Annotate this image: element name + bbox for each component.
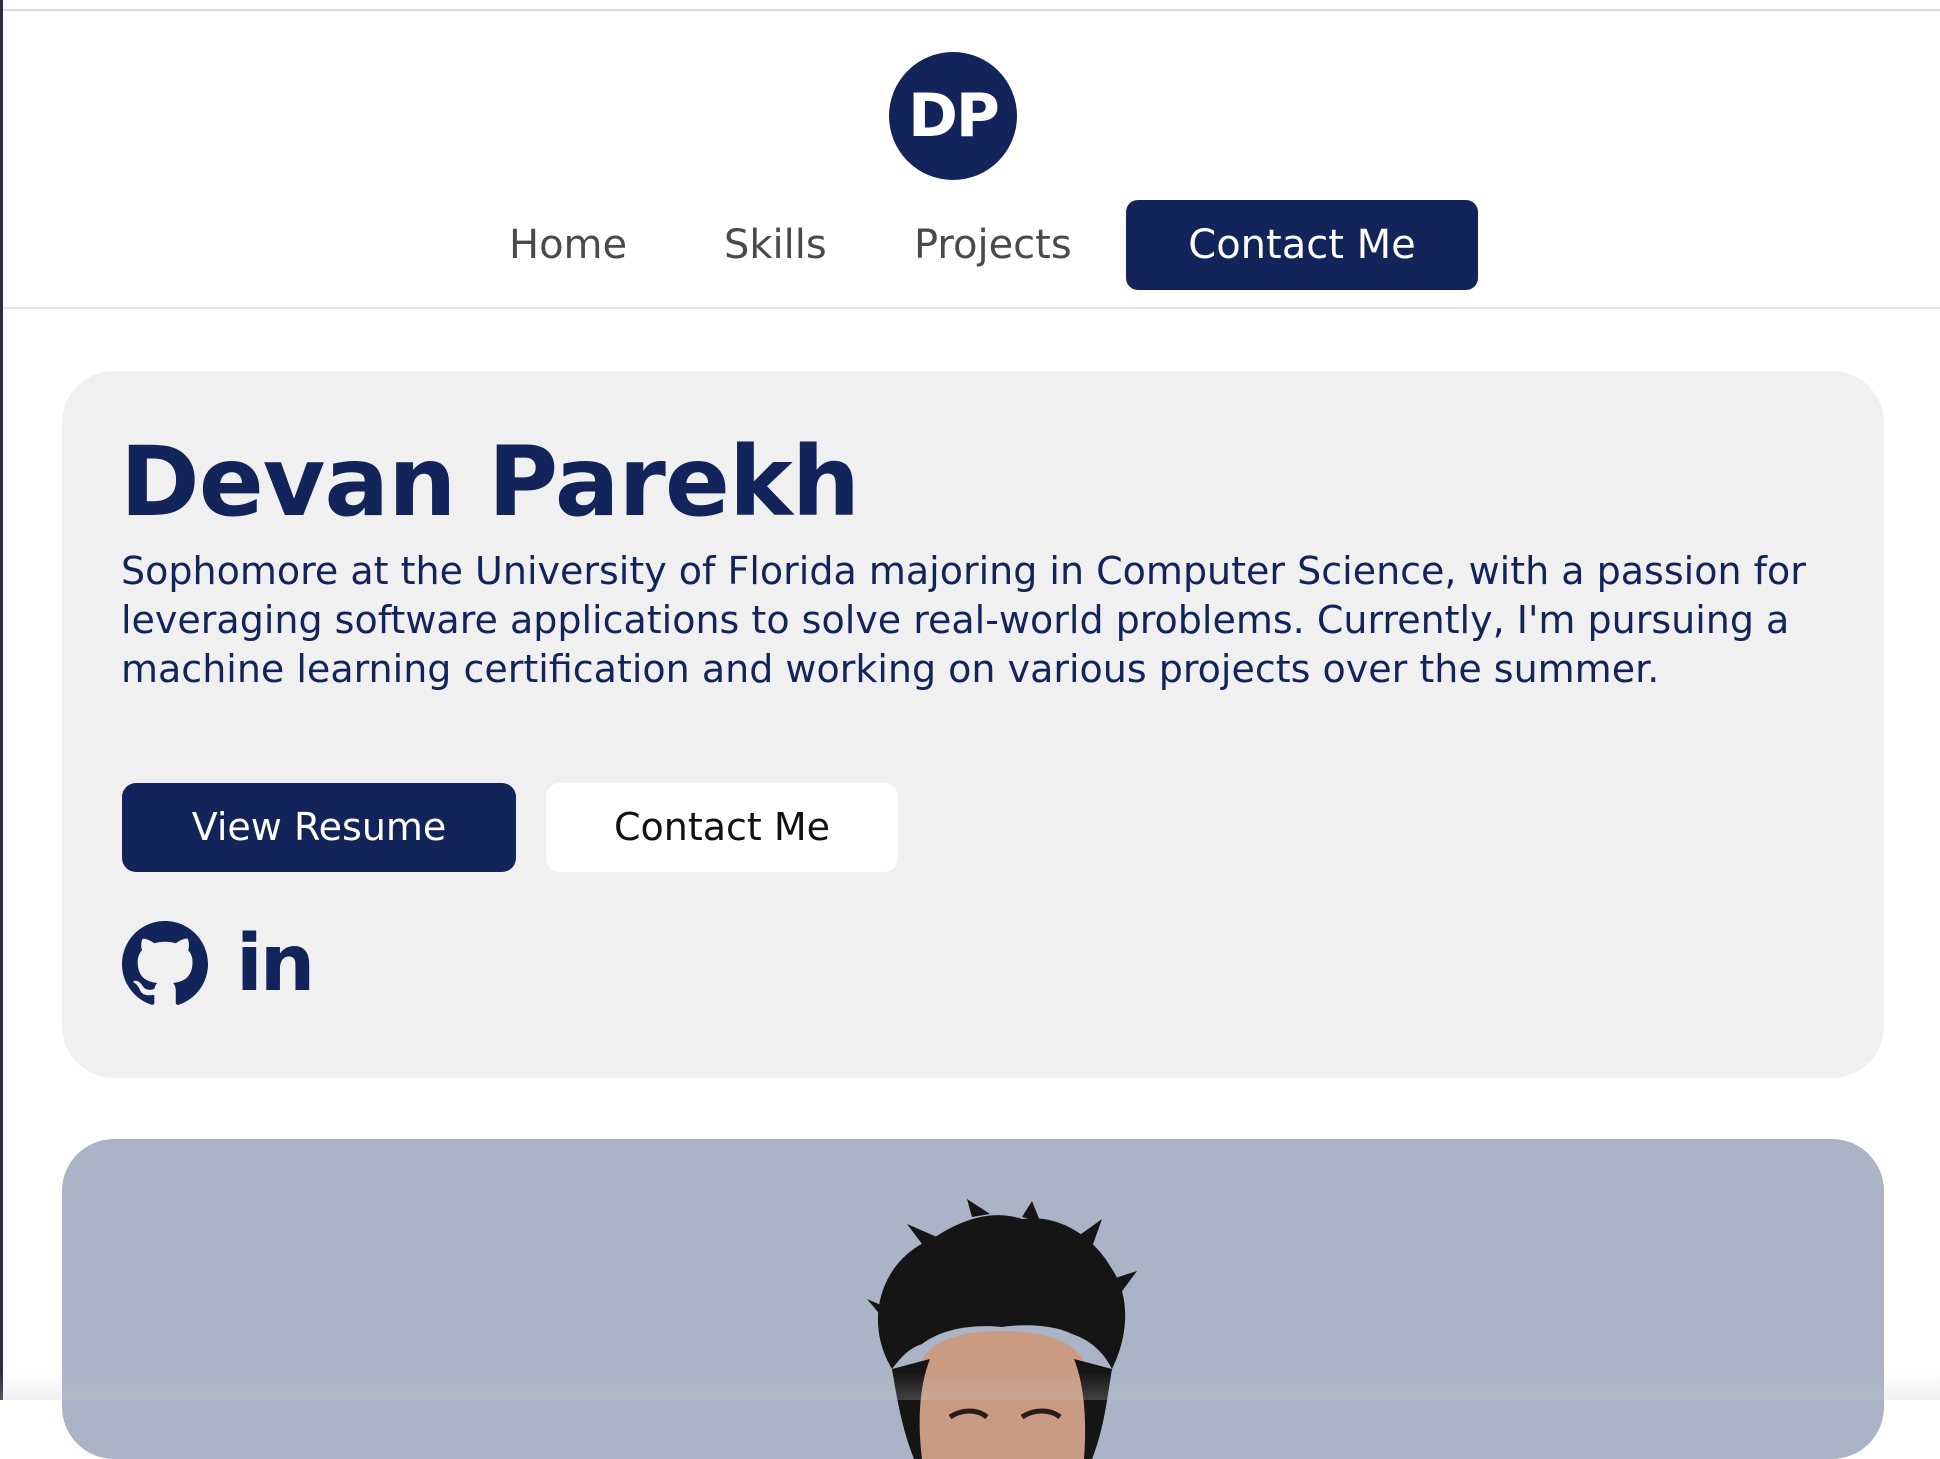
logo-badge[interactable]: DP: [889, 52, 1017, 180]
hero-bio: Sophomore at the University of Florida m…: [121, 549, 1806, 691]
profile-photo-card: [62, 1139, 1884, 1459]
nav-contact-button[interactable]: Contact Me: [1126, 200, 1478, 290]
nav-skills-link[interactable]: Skills: [724, 200, 827, 290]
main-nav: Home Skills Projects Contact Me: [3, 200, 1940, 290]
bottom-shadow: [0, 1372, 1940, 1400]
nav-home-link[interactable]: Home: [509, 200, 627, 290]
hero-card: Devan Parekh Sophomore at the University…: [62, 371, 1884, 1078]
social-links: in: [122, 916, 315, 1011]
window-top-edge: [0, 0, 1940, 11]
view-resume-button[interactable]: View Resume: [122, 783, 516, 872]
github-icon[interactable]: [122, 920, 208, 1007]
nav-projects-link[interactable]: Projects: [914, 200, 1072, 290]
profile-photo: [867, 1199, 1137, 1459]
linkedin-icon[interactable]: in: [236, 921, 315, 1007]
contact-me-button[interactable]: Contact Me: [546, 783, 898, 872]
site-header: DP Home Skills Projects Contact Me: [3, 11, 1940, 309]
hero-name: Devan Parekh: [120, 426, 860, 538]
